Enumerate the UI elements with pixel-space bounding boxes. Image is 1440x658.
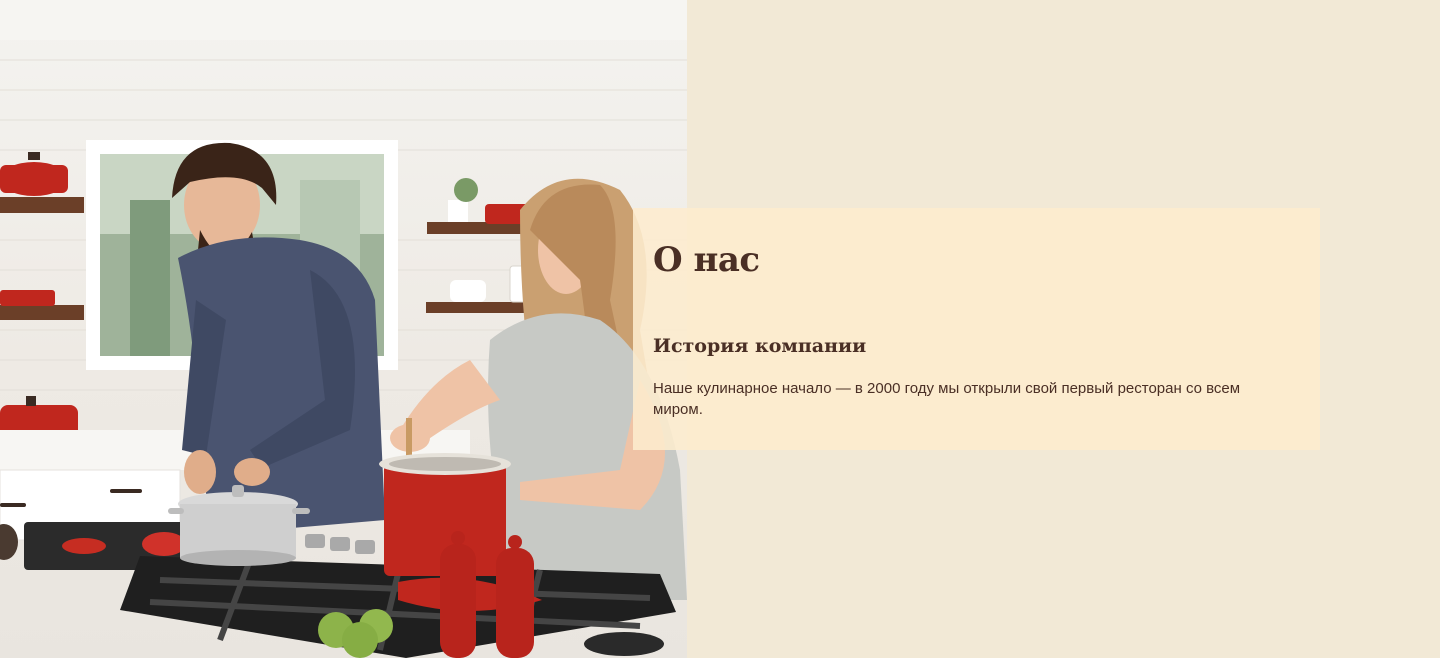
about-description: Наше кулинарное начало — в 2000 году мы … (653, 380, 1241, 418)
page-title: О нас (653, 240, 760, 280)
kitchen-photo (0, 0, 687, 658)
about-section: О нас История компании Наше кулинарное н… (0, 0, 1440, 658)
about-card: О нас История компании Наше кулинарное н… (633, 208, 1320, 450)
section-subtitle: История компании (653, 335, 867, 357)
